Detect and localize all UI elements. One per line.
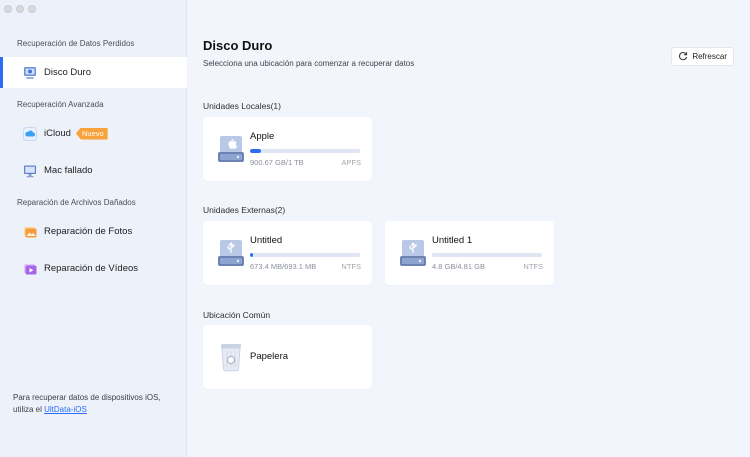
usb-drive-icon <box>399 237 427 269</box>
drive-name: Untitled 1 <box>432 235 473 246</box>
refresh-label: Refrescar <box>692 52 727 61</box>
drive-card-untitled-1[interactable]: Untitled 1 4.8 GB/4.81 GB NTFS <box>385 221 554 285</box>
drive-usage-bar <box>250 149 360 153</box>
ios-recovery-hint: Para recuperar datos de dispositivos iOS… <box>13 392 178 416</box>
drive-usage-bar <box>250 253 360 257</box>
drive-card-untitled[interactable]: Untitled 673.4 MB/693.1 MB NTFS <box>203 221 372 285</box>
refresh-icon <box>678 51 688 63</box>
local-drives-label: Unidades Locales(1) <box>203 101 281 111</box>
new-badge: Nuevo <box>75 127 108 140</box>
section-label-lost: Recuperación de Datos Perdidos <box>17 39 135 48</box>
drive-usage-fill <box>250 253 254 257</box>
refresh-button[interactable]: Refrescar <box>671 47 734 66</box>
cloud-icon <box>22 126 37 141</box>
sidebar: Recuperación de Datos Perdidos Disco Dur… <box>0 0 187 457</box>
sidebar-item-label: Reparación de Fotos <box>44 226 133 237</box>
sidebar-item-label: Reparación de Vídeos <box>44 263 139 274</box>
sidebar-item-videos[interactable]: Reparación de Vídeos <box>0 253 187 284</box>
zoom-window-button[interactable] <box>28 5 36 13</box>
page-title: Disco Duro <box>203 38 273 53</box>
sidebar-item-mac[interactable]: Mac fallado <box>0 155 187 186</box>
drive-usage-bar <box>432 253 542 257</box>
drive-filesystem: NTFS <box>523 262 543 271</box>
drive-size: 900.67 GB/1 TB <box>250 158 304 167</box>
drive-usage-fill <box>250 149 261 153</box>
page-subtitle: Selecciona una ubicación para comenzar a… <box>203 59 415 68</box>
ultdata-ios-link[interactable]: UltData-iOS <box>44 405 87 414</box>
minimize-window-button[interactable] <box>16 5 24 13</box>
main-panel: Disco Duro Selecciona una ubicación para… <box>188 0 750 457</box>
section-label-advanced: Recuperación Avanzada <box>17 100 104 109</box>
common-location-label: Ubicación Común <box>203 310 271 320</box>
video-icon <box>22 261 37 276</box>
section-label-repair: Reparación de Archivos Dañados <box>17 198 136 207</box>
sidebar-item-icloud[interactable]: iCloud Nuevo <box>0 118 187 149</box>
drive-filesystem: APFS <box>341 158 361 167</box>
location-name: Papelera <box>250 351 289 362</box>
sidebar-item-label: Mac fallado <box>44 165 93 176</box>
drive-size: 673.4 MB/693.1 MB <box>250 262 317 271</box>
photo-icon <box>22 224 37 239</box>
drive-name: Apple <box>250 131 275 142</box>
drive-name: Untitled <box>250 235 283 246</box>
sidebar-item-photos[interactable]: Reparación de Fotos <box>0 216 187 247</box>
window-controls <box>4 5 36 13</box>
drive-size: 4.8 GB/4.81 GB <box>432 262 485 271</box>
usb-drive-icon <box>217 237 245 269</box>
close-window-button[interactable] <box>4 5 12 13</box>
mac-icon <box>22 163 37 178</box>
app-window: Recuperación de Datos Perdidos Disco Dur… <box>0 0 750 457</box>
trash-icon <box>217 341 245 373</box>
sidebar-item-label: iCloud <box>44 128 71 139</box>
external-drives-label: Unidades Externas(2) <box>203 205 286 215</box>
apple-drive-icon <box>217 133 245 165</box>
sidebar-item-label: Disco Duro <box>44 67 91 78</box>
sidebar-item-disk[interactable]: Disco Duro <box>0 57 187 88</box>
drive-filesystem: NTFS <box>341 262 361 271</box>
footer-text: Para recuperar datos de dispositivos iOS… <box>13 393 161 414</box>
disk-icon <box>22 65 37 80</box>
drive-card-apple[interactable]: Apple 900.67 GB/1 TB APFS <box>203 117 372 181</box>
trash-card[interactable]: Papelera <box>203 325 372 389</box>
